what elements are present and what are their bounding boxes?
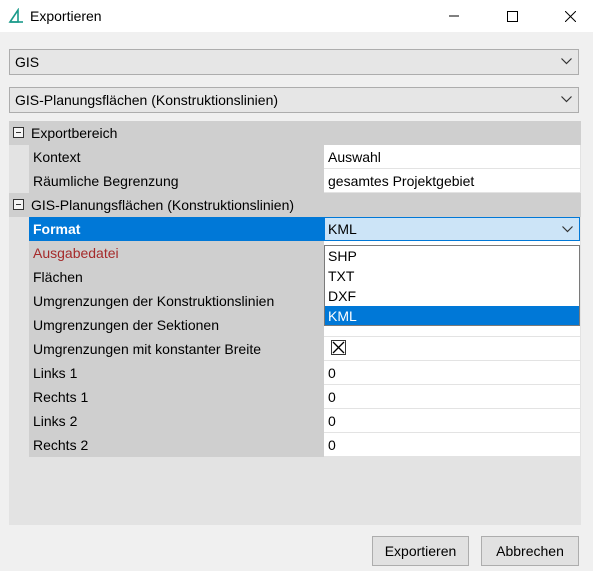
cancel-button[interactable]: Abbrechen	[481, 536, 579, 566]
chevron-down-icon	[562, 226, 573, 233]
window-title: Exportieren	[30, 8, 102, 24]
chevron-down-icon	[561, 58, 572, 65]
property-value-umgrenzungen-breite	[324, 337, 580, 360]
checkbox-umgrenzungen-breite[interactable]	[331, 340, 346, 355]
property-name: Umgrenzungen mit konstanter Breite	[29, 337, 324, 361]
property-row-kontext: Kontext Auswahl	[9, 145, 581, 169]
minimize-button[interactable]	[431, 0, 477, 32]
property-row-links-1: Links 1 0	[9, 361, 581, 385]
property-row-links-2: Links 2 0	[9, 409, 581, 433]
close-button[interactable]	[547, 0, 593, 32]
category-label: Exportbereich	[31, 125, 118, 141]
property-name: Räumliche Begrenzung	[29, 169, 324, 193]
property-label: Format	[33, 221, 81, 237]
property-label: Umgrenzungen mit konstanter Breite	[33, 341, 261, 357]
property-label: Umgrenzungen der Sektionen	[33, 317, 220, 333]
close-icon	[564, 10, 576, 22]
property-row-umgrenzungen-breite: Umgrenzungen mit konstanter Breite	[9, 337, 581, 361]
category-combo-value: GIS	[15, 54, 40, 70]
property-row-raeumliche-begrenzung: Räumliche Begrenzung gesamtes Projektgeb…	[9, 169, 581, 193]
property-value-links-1[interactable]: 0	[324, 361, 580, 384]
chevron-down-icon	[561, 96, 572, 103]
export-button[interactable]: Exportieren	[372, 536, 469, 566]
property-value-text: 0	[328, 413, 336, 429]
property-label: Flächen	[33, 269, 83, 285]
property-row-format: Format KML	[9, 217, 581, 241]
property-name: Rechts 1	[29, 385, 324, 409]
property-name: Umgrenzungen der Konstruktionslinien	[29, 289, 324, 313]
dropdown-option-dxf[interactable]: DXF	[325, 286, 579, 305]
property-name: Kontext	[29, 145, 324, 169]
property-name: Flächen	[29, 265, 324, 289]
property-name: Rechts 2	[29, 433, 324, 457]
export-type-combo-value: GIS-Planungsflächen (Konstruktionslinien…	[15, 92, 279, 108]
property-value-rechts-1[interactable]: 0	[324, 385, 580, 408]
property-value-text: 0	[328, 437, 336, 453]
category-combo[interactable]: GIS	[9, 49, 579, 75]
property-label: Kontext	[33, 149, 81, 165]
format-combo[interactable]: KML	[324, 217, 580, 241]
dropdown-option-shp[interactable]: SHP	[325, 246, 579, 265]
property-name: Links 1	[29, 361, 324, 385]
property-name-format[interactable]: Format	[29, 217, 324, 241]
collapse-icon[interactable]	[13, 127, 24, 138]
format-dropdown-list: SHP TXT DXF KML	[324, 245, 580, 326]
dropdown-option-label: KML	[328, 308, 357, 324]
collapse-icon[interactable]	[13, 199, 24, 210]
property-value-text: gesamtes Projektgebiet	[328, 173, 475, 189]
dropdown-option-txt[interactable]: TXT	[325, 266, 579, 285]
minimize-icon	[449, 15, 459, 17]
title-bar: Exportieren	[0, 0, 593, 32]
dropdown-option-label: TXT	[328, 268, 355, 284]
property-row-rechts-1: Rechts 1 0	[9, 385, 581, 409]
property-value-text: Auswahl	[328, 149, 381, 165]
app-logo-icon	[8, 8, 23, 23]
dropdown-option-kml[interactable]: KML	[325, 306, 579, 325]
property-name: Links 2	[29, 409, 324, 433]
checkmark-cross-icon	[332, 341, 345, 354]
dropdown-option-label: SHP	[328, 248, 357, 264]
property-value-kontext[interactable]: Auswahl	[324, 145, 580, 168]
maximize-icon	[506, 10, 518, 22]
property-value-raeumliche-begrenzung[interactable]: gesamtes Projektgebiet	[324, 169, 580, 192]
category-label: GIS-Planungsflächen (Konstruktionslinien…	[31, 197, 295, 213]
export-type-combo[interactable]: GIS-Planungsflächen (Konstruktionslinien…	[9, 87, 579, 113]
property-label: Umgrenzungen der Konstruktionslinien	[33, 293, 275, 309]
property-value-links-2[interactable]: 0	[324, 409, 580, 432]
format-combo-value: KML	[328, 221, 357, 237]
category-gis-planungsflaechen[interactable]: GIS-Planungsflächen (Konstruktionslinien…	[9, 193, 581, 217]
property-name: Umgrenzungen der Sektionen	[29, 313, 324, 337]
property-label: Rechts 1	[33, 389, 89, 405]
property-label: Räumliche Begrenzung	[33, 173, 179, 189]
property-row-rechts-2: Rechts 2 0	[9, 433, 581, 457]
property-value-text: 0	[328, 389, 336, 405]
category-exportbereich[interactable]: Exportbereich	[9, 121, 581, 145]
property-value-text: 0	[328, 365, 336, 381]
dropdown-option-label: DXF	[328, 288, 356, 304]
property-label-required: Ausgabedatei	[33, 245, 119, 261]
property-value-rechts-2[interactable]: 0	[324, 433, 580, 456]
property-label: Links 1	[33, 365, 78, 381]
maximize-button[interactable]	[489, 0, 535, 32]
property-name: Ausgabedatei	[29, 241, 324, 265]
property-label: Links 2	[33, 413, 78, 429]
property-label: Rechts 2	[33, 437, 89, 453]
